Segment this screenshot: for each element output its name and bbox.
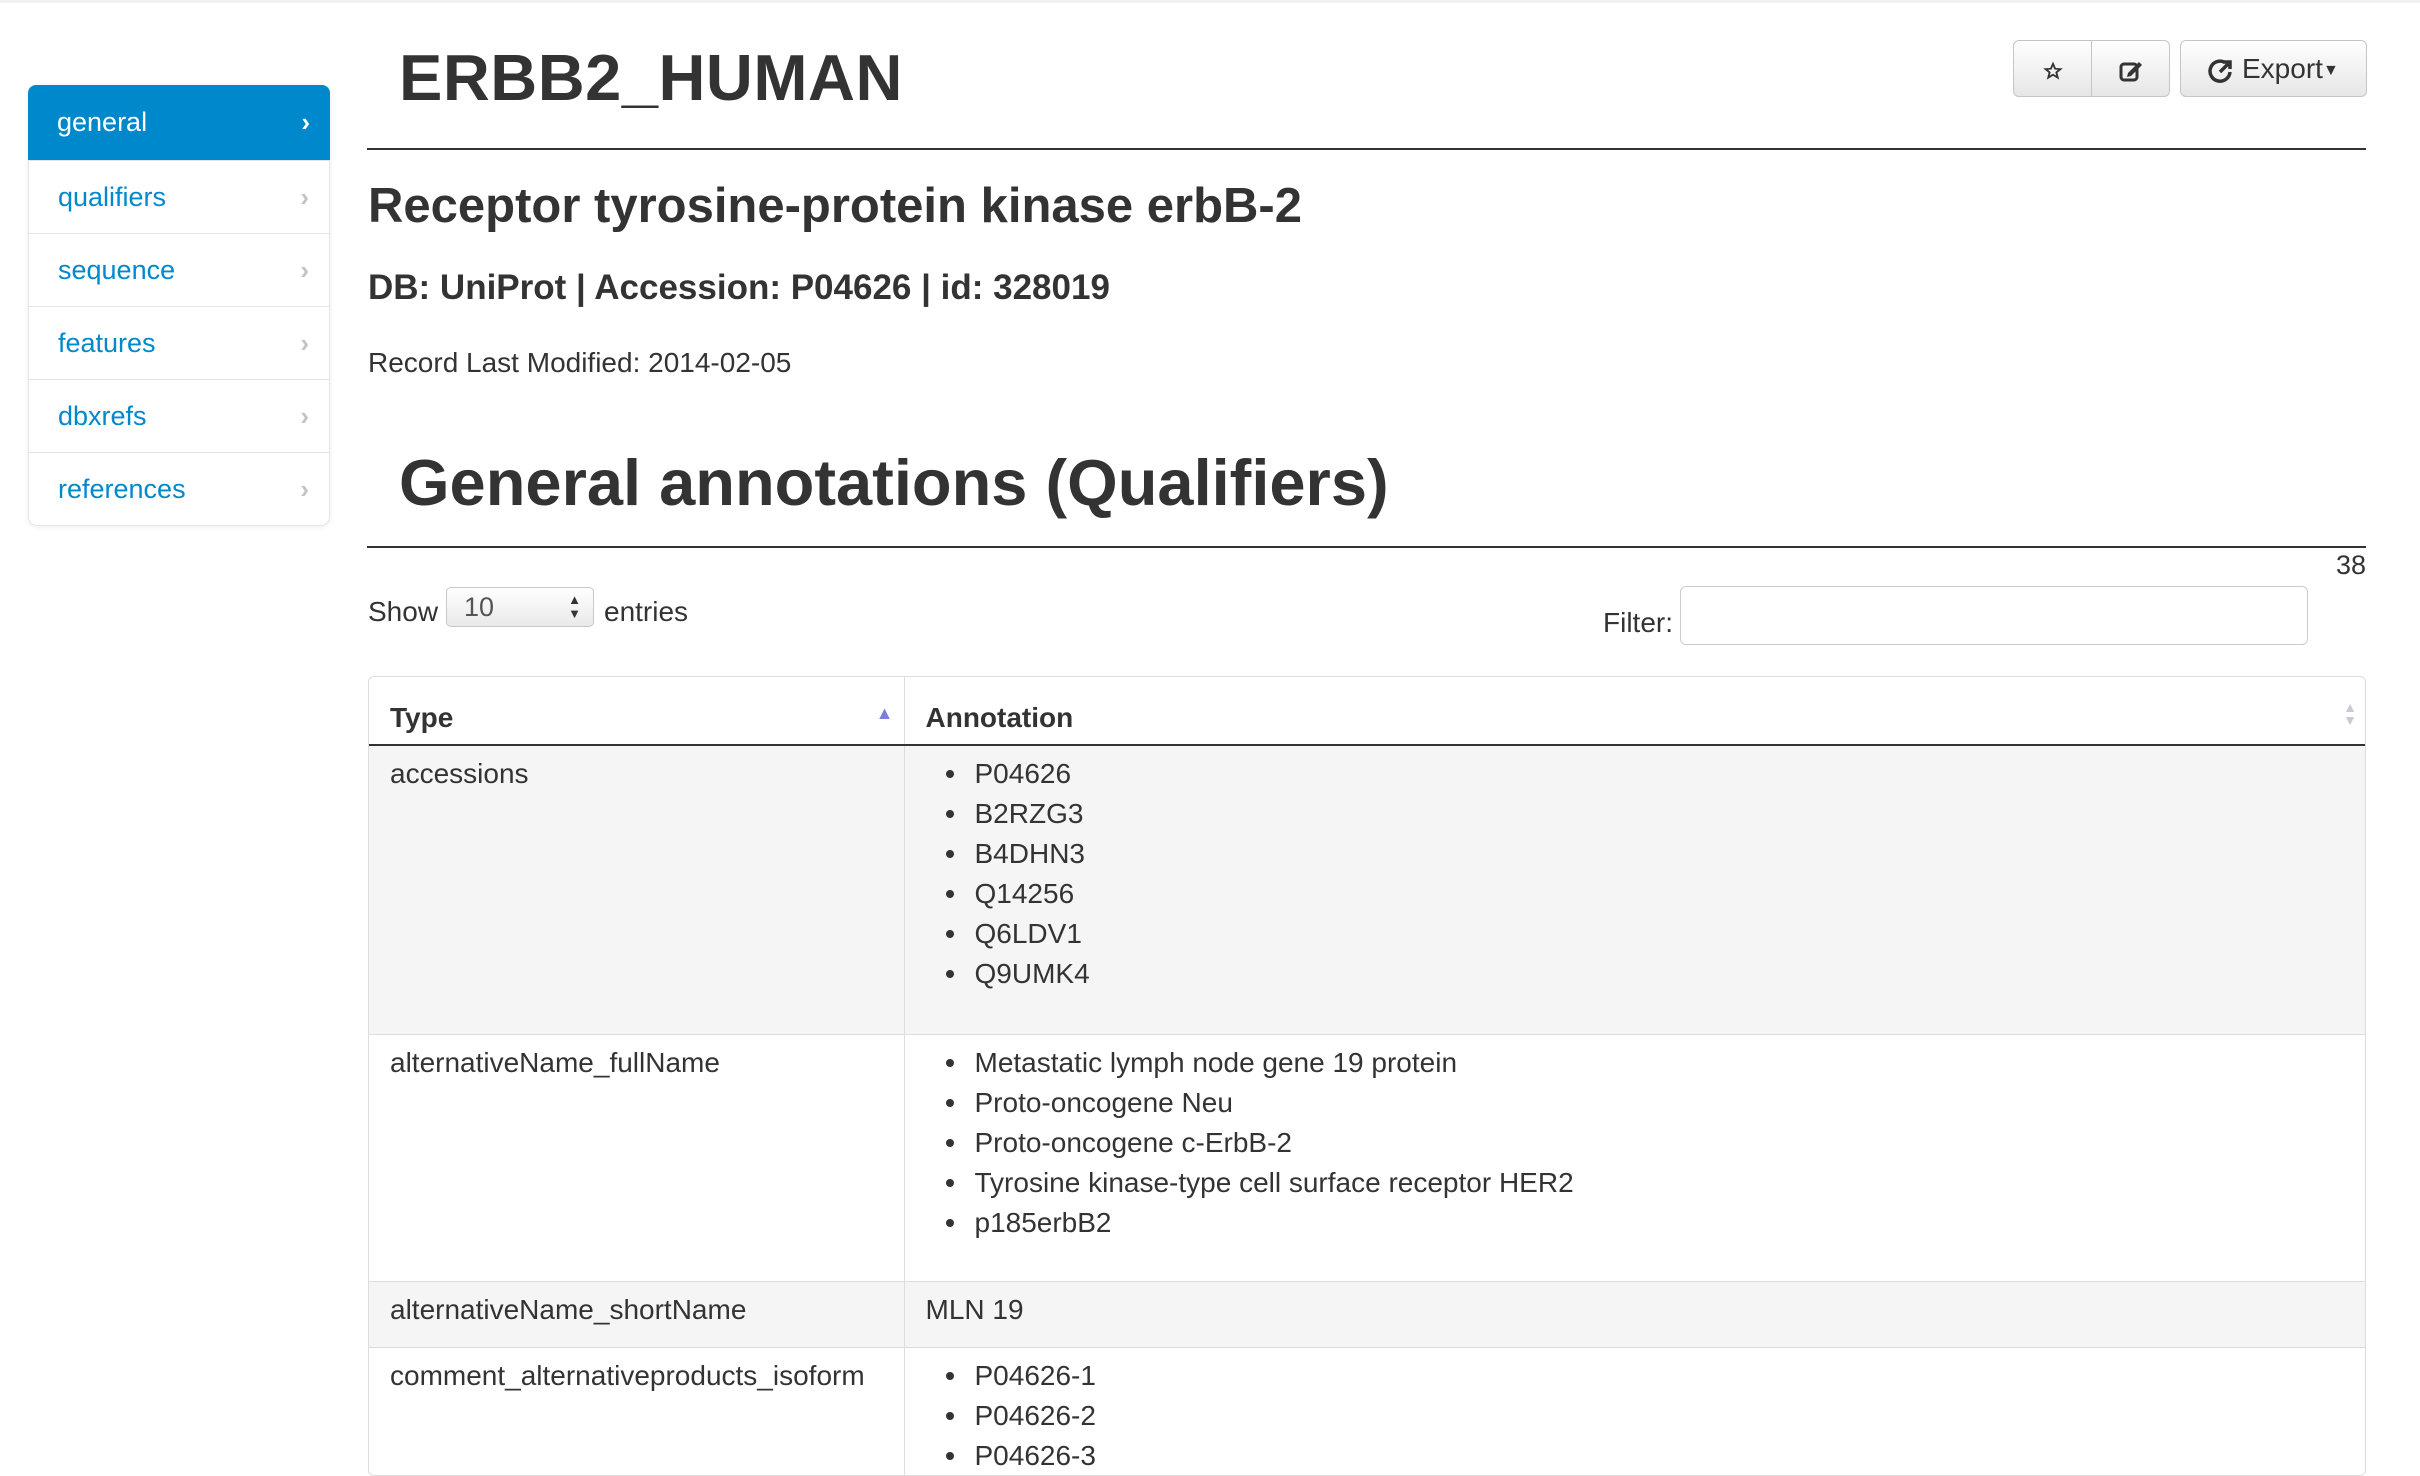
section-title: General annotations (Qualifiers) bbox=[399, 445, 1389, 520]
list-item: Metastatic lymph node gene 19 protein bbox=[975, 1047, 2366, 1087]
type-cell: alternativeName_fullName bbox=[369, 1035, 904, 1282]
annotation-text: MLN 19 bbox=[905, 1294, 2366, 1325]
list-item: Q9UMK4 bbox=[975, 958, 2366, 998]
type-cell: comment_alternativeproducts_isoform bbox=[369, 1348, 904, 1476]
record-count: 38 bbox=[2320, 550, 2366, 581]
section-divider bbox=[367, 546, 2366, 548]
list-item: B4DHN3 bbox=[975, 838, 2366, 878]
sidebar-item-sequence[interactable]: sequence › bbox=[29, 233, 329, 306]
list-item: B2RZG3 bbox=[975, 798, 2366, 838]
column-header-type[interactable]: Type ▲ bbox=[369, 677, 904, 745]
annotation-list: P04626-1 P04626-2 P04626-3 bbox=[905, 1360, 2366, 1476]
list-item: p185erbB2 bbox=[975, 1207, 2366, 1247]
table-row: alternativeName_shortName MLN 19 bbox=[369, 1282, 2365, 1348]
sidebar-item-label: features bbox=[58, 328, 156, 358]
sort-ascending-icon: ▲ bbox=[876, 703, 894, 724]
list-item: Proto-oncogene c-ErbB-2 bbox=[975, 1127, 2366, 1167]
sidebar-nav: general › qualifiers › sequence › featur… bbox=[28, 85, 330, 526]
annotation-cell: P04626 B2RZG3 B4DHN3 Q14256 Q6LDV1 Q9UMK… bbox=[904, 745, 2365, 1035]
sidebar-item-label: general bbox=[57, 107, 147, 137]
type-cell: accessions bbox=[369, 745, 904, 1035]
chevron-right-icon: › bbox=[300, 453, 309, 526]
column-header-label: Type bbox=[390, 702, 453, 733]
chevron-right-icon: › bbox=[300, 380, 309, 453]
sidebar-item-dbxrefs[interactable]: dbxrefs › bbox=[29, 379, 329, 452]
qualifiers-table: Type ▲ Annotation ▲▼ accessions P04626 B… bbox=[368, 676, 2366, 1476]
chevron-right-icon: › bbox=[300, 234, 309, 307]
star-icon bbox=[2041, 59, 2065, 83]
sidebar-item-label: references bbox=[58, 474, 186, 504]
entries-select[interactable]: 10 ▲▼ bbox=[446, 587, 594, 627]
list-item: P04626-2 bbox=[975, 1400, 2366, 1440]
annotation-list: P04626 B2RZG3 B4DHN3 Q14256 Q6LDV1 Q9UMK… bbox=[905, 758, 2366, 998]
annotation-cell: P04626-1 P04626-2 P04626-3 bbox=[904, 1348, 2365, 1476]
list-item: Q6LDV1 bbox=[975, 918, 2366, 958]
entries-label: entries bbox=[604, 596, 688, 628]
star-button[interactable] bbox=[2013, 40, 2092, 97]
chevron-right-icon: › bbox=[301, 85, 310, 160]
list-item: P04626-1 bbox=[975, 1360, 2366, 1400]
export-icon bbox=[2208, 58, 2234, 84]
table-header-row: Type ▲ Annotation ▲▼ bbox=[369, 677, 2365, 745]
record-name: Receptor tyrosine-protein kinase erbB-2 bbox=[368, 178, 1302, 234]
record-db-line: DB: UniProt | Accession: P04626 | id: 32… bbox=[368, 268, 1110, 308]
sidebar-item-label: sequence bbox=[58, 255, 175, 285]
sort-both-icon: ▲▼ bbox=[2343, 701, 2357, 727]
list-item: Proto-oncogene Neu bbox=[975, 1087, 2366, 1127]
select-arrows-icon: ▲▼ bbox=[568, 593, 581, 621]
show-label: Show bbox=[368, 596, 438, 628]
list-item: Tyrosine kinase-type cell surface recept… bbox=[975, 1167, 2366, 1207]
table-row: accessions P04626 B2RZG3 B4DHN3 Q14256 Q… bbox=[369, 745, 2365, 1035]
list-item: Q14256 bbox=[975, 878, 2366, 918]
table-row: comment_alternativeproducts_isoform P046… bbox=[369, 1348, 2365, 1476]
chevron-right-icon: › bbox=[300, 161, 309, 234]
edit-button[interactable] bbox=[2091, 40, 2170, 97]
record-modified: Record Last Modified: 2014-02-05 bbox=[368, 347, 791, 379]
entries-value: 10 bbox=[464, 592, 494, 622]
filter-label: Filter: bbox=[1603, 607, 1673, 639]
export-label: Export bbox=[2242, 53, 2323, 84]
list-item: P04626 bbox=[975, 758, 2366, 798]
export-button[interactable]: Export▼ bbox=[2180, 40, 2367, 97]
edit-icon bbox=[2118, 58, 2144, 84]
sidebar-item-references[interactable]: references › bbox=[29, 452, 329, 525]
filter-input[interactable] bbox=[1680, 586, 2308, 645]
sidebar-item-features[interactable]: features › bbox=[29, 306, 329, 379]
column-header-annotation[interactable]: Annotation ▲▼ bbox=[904, 677, 2365, 745]
list-item: P04626-3 bbox=[975, 1440, 2366, 1476]
table-row: alternativeName_fullName Metastatic lymp… bbox=[369, 1035, 2365, 1282]
sidebar-item-label: qualifiers bbox=[58, 182, 166, 212]
type-cell: alternativeName_shortName bbox=[369, 1282, 904, 1348]
sidebar-item-qualifiers[interactable]: qualifiers › bbox=[29, 160, 329, 233]
annotation-cell: MLN 19 bbox=[904, 1282, 2365, 1348]
annotation-cell: Metastatic lymph node gene 19 protein Pr… bbox=[904, 1035, 2365, 1282]
top-edge bbox=[0, 0, 2420, 3]
annotation-list: Metastatic lymph node gene 19 protein Pr… bbox=[905, 1047, 2366, 1247]
caret-down-icon: ▼ bbox=[2323, 62, 2339, 79]
title-divider bbox=[367, 148, 2366, 150]
sidebar-item-general[interactable]: general › bbox=[28, 85, 330, 160]
sidebar-item-label: dbxrefs bbox=[58, 401, 147, 431]
chevron-right-icon: › bbox=[300, 307, 309, 380]
page-title: ERBB2_HUMAN bbox=[399, 40, 903, 115]
column-header-label: Annotation bbox=[926, 702, 1074, 733]
